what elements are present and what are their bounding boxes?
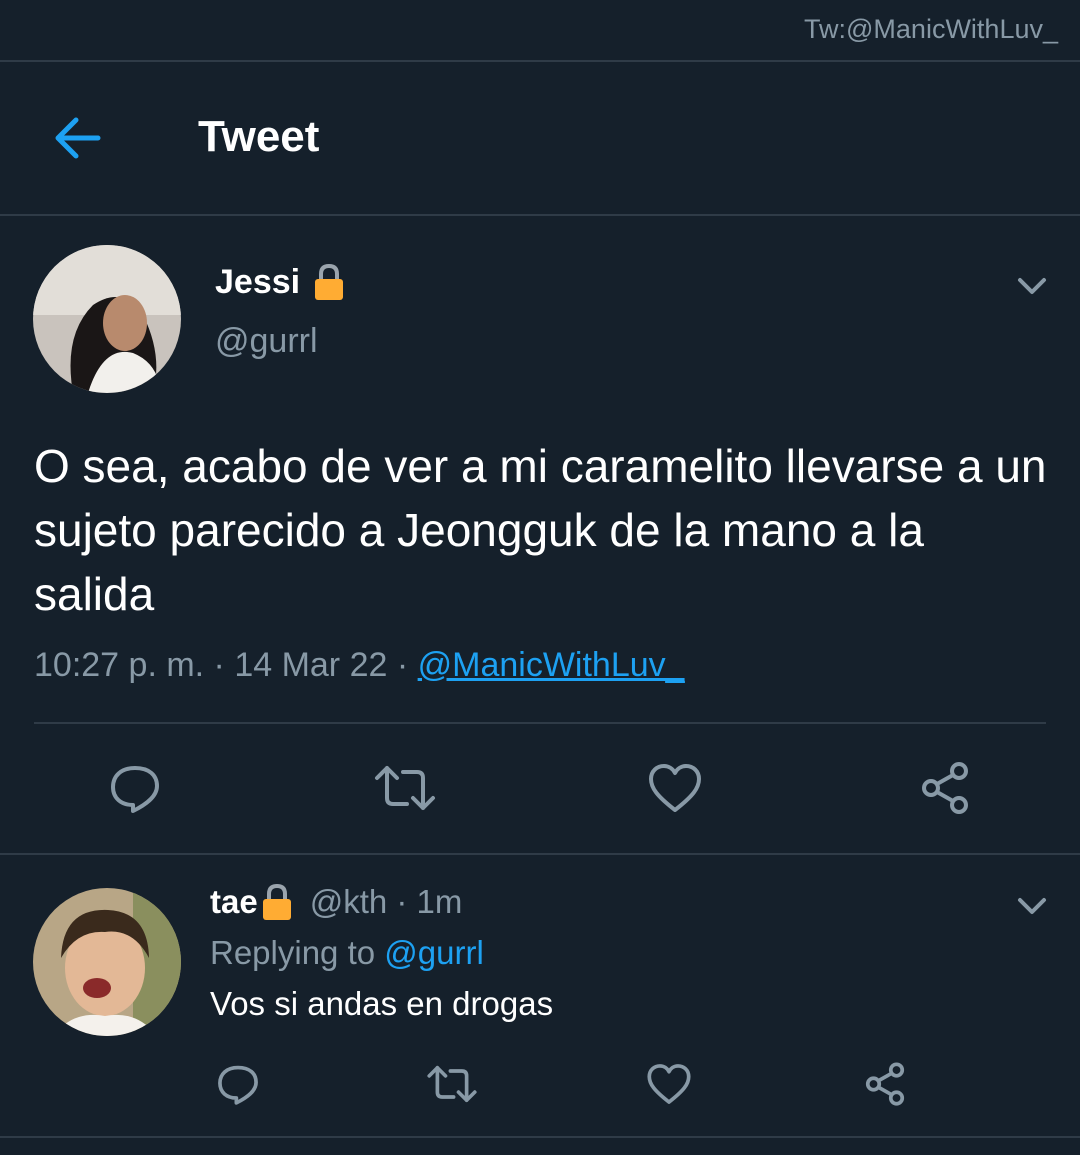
- like-icon: [649, 764, 701, 812]
- reply-retweet-button[interactable]: [424, 1058, 480, 1110]
- tweet-divider: [0, 853, 1080, 855]
- reply-text: Vos si andas en drogas: [210, 985, 554, 1022]
- reply-author-name[interactable]: tae: [210, 883, 258, 921]
- reply-button[interactable]: [100, 756, 170, 820]
- tweet-timestamp: 10:27 p. m. · 14 Mar 22 ·: [34, 646, 409, 684]
- reply-author-handle[interactable]: @kth · 1m: [310, 883, 463, 921]
- tweet-menu-button[interactable]: [1012, 266, 1052, 311]
- back-button[interactable]: [50, 110, 106, 166]
- share-icon: [922, 762, 968, 814]
- avatar-image: [33, 245, 181, 393]
- retweet-icon: [427, 1065, 477, 1103]
- reply-share-button[interactable]: [857, 1058, 913, 1110]
- bottom-divider: [0, 1136, 1080, 1138]
- arrow-left-icon: [55, 117, 101, 159]
- reply-icon: [111, 766, 159, 813]
- like-button[interactable]: [640, 756, 710, 820]
- author-name[interactable]: Jessi: [215, 263, 300, 302]
- retweet-button[interactable]: [370, 756, 440, 820]
- share-icon: [865, 1062, 905, 1106]
- chevron-down-icon: [1018, 898, 1046, 914]
- author-handle[interactable]: @gurrl: [215, 322, 318, 361]
- like-icon: [647, 1064, 691, 1104]
- reply-reply-button[interactable]: [210, 1058, 266, 1110]
- tweet-text: O sea, acabo de ver a mi caramelito llev…: [34, 440, 1047, 620]
- chevron-down-icon: [1018, 278, 1046, 294]
- avatar[interactable]: [33, 245, 181, 393]
- source-link[interactable]: @ManicWithLuv_: [418, 646, 685, 684]
- meta-divider: [34, 722, 1046, 724]
- page-title: Tweet: [198, 112, 320, 161]
- lock-icon: [262, 883, 291, 920]
- watermark-text: Tw:@ManicWithLuv_: [804, 14, 1058, 44]
- reply-menu-button[interactable]: [1012, 886, 1052, 931]
- reply-like-button[interactable]: [641, 1058, 697, 1110]
- reply-icon: [218, 1065, 258, 1105]
- tweet-meta: 10:27 p. m. · 14 Mar 22 · @ManicWithLuv_: [34, 646, 685, 685]
- replying-to-label: Replying to: [210, 934, 376, 971]
- replying-to: Replying to @gurrl: [210, 934, 484, 972]
- header-divider: [0, 214, 1080, 216]
- top-divider: [0, 60, 1080, 62]
- reply-avatar[interactable]: [33, 888, 181, 1036]
- retweet-icon: [375, 766, 435, 810]
- lock-icon: [315, 263, 344, 300]
- replying-to-handle[interactable]: @gurrl: [384, 934, 484, 971]
- share-button[interactable]: [910, 756, 980, 820]
- avatar-image: [33, 888, 181, 1036]
